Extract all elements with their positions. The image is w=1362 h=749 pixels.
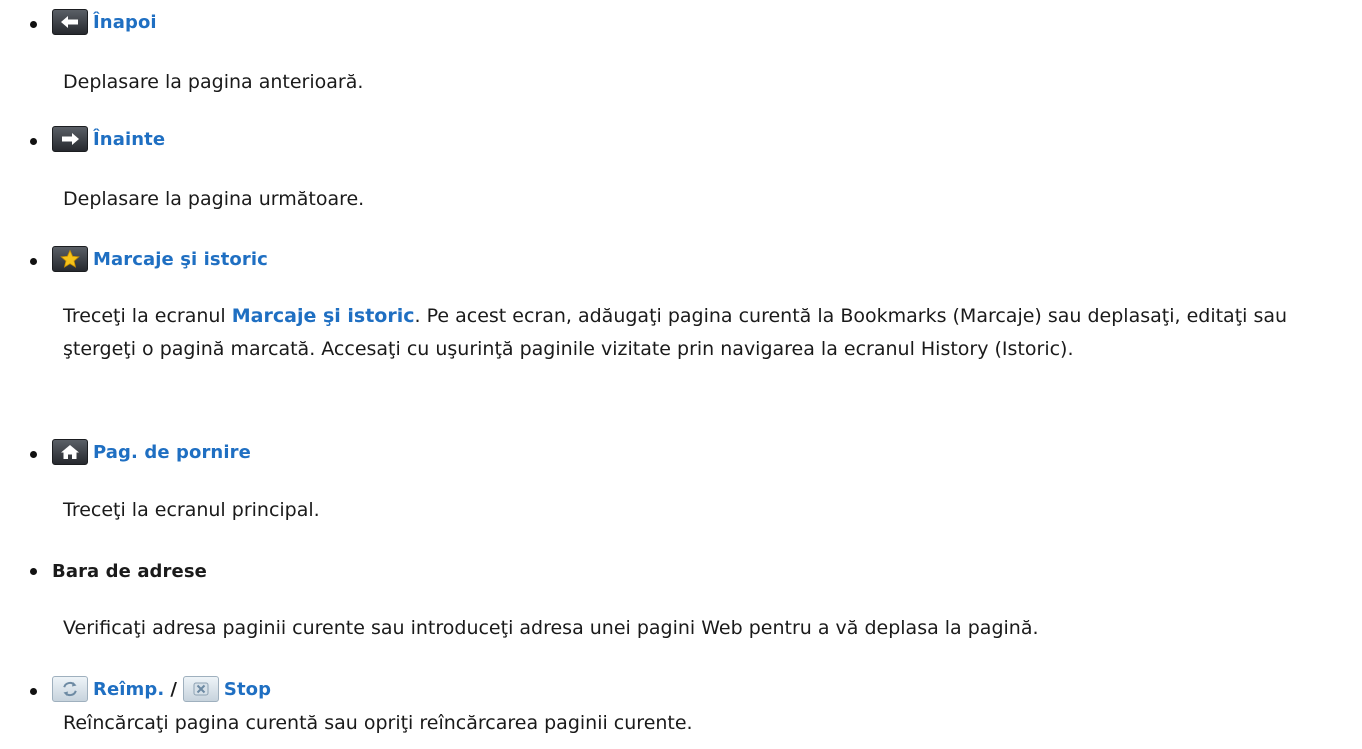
- bullet: [30, 138, 37, 145]
- refresh-icon: [52, 676, 88, 702]
- back-title[interactable]: Înapoi: [93, 12, 157, 33]
- stop-title[interactable]: Stop: [224, 679, 271, 700]
- bookmarks-desc-keyword[interactable]: Marcaje şi istoric: [232, 305, 415, 327]
- forward-title[interactable]: Înainte: [93, 129, 165, 150]
- home-icon: [52, 439, 88, 465]
- arrow-right-icon: [52, 126, 88, 152]
- bookmarks-title[interactable]: Marcaje şi istoric: [93, 249, 268, 270]
- bullet: [30, 21, 37, 28]
- forward-description: Deplasare la pagina următoare.: [63, 188, 365, 210]
- bullet: [30, 568, 37, 575]
- bookmarks-description: Treceţi la ecranul Marcaje şi istoric. P…: [63, 300, 1323, 366]
- refresh-stop-description: Reîncărcaţi pagina curentă sau opriţi re…: [63, 712, 693, 734]
- address-bar-description: Verificaţi adresa paginii curente sau in…: [63, 617, 1039, 639]
- stop-icon: [182, 676, 219, 702]
- bullet: [30, 451, 37, 458]
- home-title[interactable]: Pag. de pornire: [93, 442, 251, 463]
- refresh-title[interactable]: Reîmp.: [93, 679, 164, 700]
- bookmarks-desc-before: Treceţi la ecranul: [63, 305, 232, 327]
- arrow-left-icon: [52, 9, 88, 35]
- bullet: [30, 688, 37, 695]
- back-description: Deplasare la pagina anterioară.: [63, 71, 364, 93]
- home-description: Treceţi la ecranul principal.: [63, 499, 320, 521]
- bullet: [30, 258, 37, 265]
- separator: /: [170, 678, 177, 700]
- address-bar-title: Bara de adrese: [52, 560, 207, 582]
- star-icon: [52, 246, 88, 272]
